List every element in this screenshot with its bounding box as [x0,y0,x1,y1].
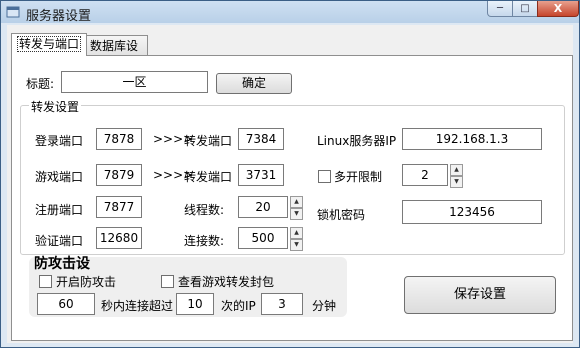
window-title: 服务器设置 [26,9,92,24]
title-label: 标题: [26,77,55,91]
lock-password-input[interactable]: 123456 [402,200,542,224]
threads-spinner[interactable]: ▲ ▼ [290,196,303,220]
defense-title: 防攻击设 [34,256,90,272]
confirm-button[interactable]: 确定 [216,73,292,94]
verify-port-input[interactable]: 12680 [96,227,142,249]
save-settings-button[interactable]: 保存设置 [404,276,556,314]
tab-database-settings[interactable]: 数据库设置 [84,35,148,73]
view-packets-checkbox[interactable] [161,275,174,288]
threads-label: 线程数: [184,203,225,217]
forward-port-1-label: 转发端口 [184,134,233,148]
enable-defense-checkbox[interactable] [39,275,52,288]
spin-up-icon[interactable]: ▲ [290,196,303,208]
close-button[interactable]: X [537,1,579,17]
spin-up-icon[interactable]: ▲ [290,227,303,239]
enable-defense-label: 开启防攻击 [56,275,117,289]
game-port-label: 游戏端口 [35,170,84,184]
seconds-input[interactable]: 60 [37,293,95,315]
defense-panel: 防攻击设 开启防攻击 查看游戏转发封包 60 秒内连接超过 10 次的IP 3 … [29,256,347,317]
spin-down-icon[interactable]: ▼ [450,176,463,188]
spin-down-icon[interactable]: ▼ [290,208,303,220]
title-bar: 服务器设置 ─ □ X [1,1,579,24]
connections-input[interactable]: 500 [238,227,288,249]
forward-port-2-input[interactable]: 3731 [238,164,284,186]
settings-window: 服务器设置 ─ □ X 转发与端口 数据库设置 标题: 一区 确定 转发设置 登… [0,0,580,348]
connections-label: 连接数: [184,234,225,248]
linux-ip-input[interactable]: 192.168.1.3 [402,128,542,150]
forward-settings-label: 转发设置 [29,98,82,115]
linux-ip-label: Linux服务器IP [317,134,397,148]
times-label: 次的IP [221,299,256,313]
game-port-input[interactable]: 7879 [96,164,142,186]
minimize-button[interactable]: ─ [487,1,513,17]
register-port-label: 注册端口 [35,203,84,217]
login-port-input[interactable]: 7878 [96,128,142,150]
multi-open-label: 多开限制 [334,170,383,184]
forward-port-2-label: 转发端口 [184,170,233,184]
spin-down-icon[interactable]: ▼ [290,239,303,251]
minutes-input[interactable]: 3 [261,293,303,315]
spin-up-icon[interactable]: ▲ [450,164,463,176]
tab-forward-ports-label: 转发与端口 [17,36,82,52]
multi-open-spinner[interactable]: ▲ ▼ [450,164,463,188]
lock-password-label: 锁机密码 [317,208,366,222]
title-input[interactable]: 一区 [61,71,208,93]
minutes-label: 分钟 [312,299,337,313]
times-input[interactable]: 10 [176,293,214,315]
register-port-input[interactable]: 7877 [96,196,142,218]
multi-open-input[interactable]: 2 [402,164,448,186]
forward-port-1-input[interactable]: 7384 [238,128,284,150]
login-port-label: 登录端口 [35,134,84,148]
client-area: 转发与端口 数据库设置 标题: 一区 确定 转发设置 登录端口 7878 >>>… [7,25,573,343]
multi-open-checkbox[interactable] [318,170,331,183]
view-packets-label: 查看游戏转发封包 [178,275,275,289]
app-icon [6,6,20,18]
seconds-label: 秒内连接超过 [101,299,174,313]
verify-port-label: 验证端口 [35,234,84,248]
maximize-button[interactable]: □ [512,1,538,17]
threads-input[interactable]: 20 [238,196,288,218]
connections-spinner[interactable]: ▲ ▼ [290,227,303,251]
tab-forward-ports[interactable]: 转发与端口 [11,33,88,56]
